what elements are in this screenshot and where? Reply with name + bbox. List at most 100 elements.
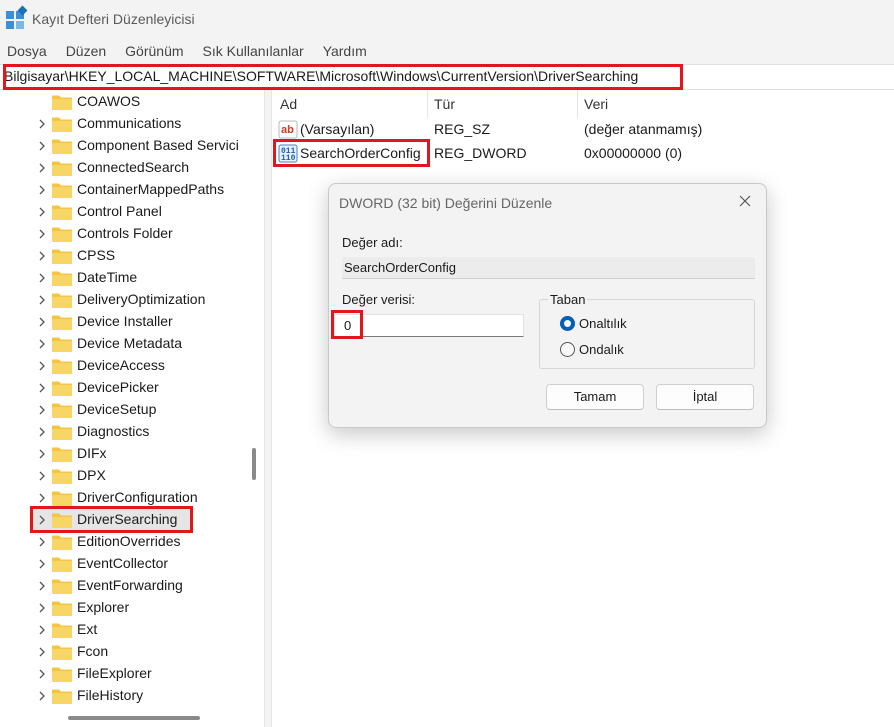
tree-item-label: EventCollector [77,555,169,571]
value-name: (Varsayılan) [300,121,375,137]
chevron-right-icon[interactable] [36,644,48,660]
chevron-right-icon[interactable] [36,402,48,418]
tree-item[interactable]: COAWOS [0,91,264,113]
tree-item[interactable]: Fcon [0,641,264,663]
menu-bar: Dosya Düzen Görünüm Sık Kullanılanlar Ya… [0,38,894,64]
pane-splitter[interactable] [264,90,272,727]
hexadecimal-label[interactable]: Onaltılık [579,316,627,331]
tree-horizontal-scrollbar[interactable] [68,716,200,720]
chevron-right-icon[interactable] [36,292,48,308]
base-group-title: Taban [548,292,588,307]
chevron-right-icon[interactable] [36,270,48,286]
menu-view[interactable]: Görünüm [125,43,183,59]
tree-item[interactable]: EditionOverrides [0,531,264,553]
folder-icon [52,183,72,198]
menu-file[interactable]: Dosya [7,43,47,59]
decimal-radio[interactable] [560,342,575,357]
value-name-label: Değer adı: [342,235,403,250]
folder-icon [52,667,72,682]
menu-favorites[interactable]: Sık Kullanılanlar [203,43,304,59]
folder-icon [52,95,72,110]
tree-item-label: DateTime [77,269,138,285]
chevron-right-icon[interactable] [36,490,48,506]
value-data-label: Değer verisi: [342,292,415,307]
chevron-right-icon[interactable] [36,468,48,484]
tree-item-label: Explorer [77,599,130,615]
tree-item-label: DIFx [77,445,107,461]
folder-icon [52,447,72,462]
tree-item[interactable]: Explorer [0,597,264,619]
chevron-right-icon[interactable] [36,248,48,264]
menu-help[interactable]: Yardım [323,43,367,59]
tree-item-label: Device Installer [77,313,173,329]
chevron-right-icon[interactable] [36,666,48,682]
tree-item[interactable]: DIFx [0,443,264,465]
tree-item[interactable]: DeviceAccess [0,355,264,377]
tree-item-label: Fcon [77,643,109,659]
tree-item[interactable]: Device Installer [0,311,264,333]
dialog-title: DWORD (32 bit) Değerini Düzenle [339,195,553,211]
tree-item[interactable]: Communications [0,113,264,135]
tree-item[interactable]: DateTime [0,267,264,289]
tree-item[interactable]: EventCollector [0,553,264,575]
chevron-right-icon[interactable] [36,160,48,176]
tree-item[interactable]: FileExplorer [0,663,264,685]
tree-item[interactable]: EventForwarding [0,575,264,597]
tree-item[interactable]: CPSS [0,245,264,267]
close-icon[interactable] [738,194,752,208]
tree-item[interactable]: Diagnostics [0,421,264,443]
tree-item[interactable]: Control Panel [0,201,264,223]
tree-item[interactable]: Controls Folder [0,223,264,245]
title-bar: Kayıt Defteri Düzenleyicisi [0,0,894,38]
chevron-right-icon[interactable] [36,182,48,198]
chevron-right-icon[interactable] [36,226,48,242]
folder-icon [52,139,72,154]
chevron-right-icon[interactable] [36,424,48,440]
chevron-right-icon[interactable] [36,204,48,220]
folder-icon [52,205,72,220]
tree-vertical-scrollbar[interactable] [252,448,256,480]
folder-icon [52,315,72,330]
tree-item[interactable]: DevicePicker [0,377,264,399]
column-data-header[interactable]: Veri [584,96,608,112]
column-name-header[interactable]: Ad [280,96,297,112]
tree-item[interactable]: DeviceSetup [0,399,264,421]
chevron-right-icon[interactable] [36,446,48,462]
decimal-label[interactable]: Ondalık [579,342,624,357]
column-separator[interactable] [427,90,428,118]
folder-icon [52,249,72,264]
tree-item[interactable]: FileHistory [0,685,264,707]
chevron-right-icon[interactable] [36,622,48,638]
tree-item[interactable]: DPX [0,465,264,487]
chevron-right-icon[interactable] [36,336,48,352]
chevron-right-icon[interactable] [36,138,48,154]
chevron-right-icon[interactable] [36,358,48,374]
tree-item-label: DriverConfiguration [77,489,198,505]
chevron-right-icon[interactable] [36,556,48,572]
tree-item[interactable]: Ext [0,619,264,641]
chevron-right-icon[interactable] [36,380,48,396]
value-type: REG_DWORD [434,145,527,161]
tree-item[interactable]: ContainerMappedPaths [0,179,264,201]
column-type-header[interactable]: Tür [434,96,455,112]
chevron-right-icon[interactable] [36,688,48,704]
tree-item[interactable]: DeliveryOptimization [0,289,264,311]
cancel-button[interactable]: İptal [656,384,754,410]
svg-text:ab: ab [281,124,294,136]
chevron-right-icon[interactable] [36,534,48,550]
chevron-right-icon[interactable] [36,314,48,330]
tree-item-label: Component Based Servici [77,137,239,153]
chevron-right-icon[interactable] [36,578,48,594]
column-separator[interactable] [577,90,578,118]
tree-item-label: DeliveryOptimization [77,291,206,307]
tree-item[interactable]: Device Metadata [0,333,264,355]
hexadecimal-radio[interactable] [560,316,575,331]
key-tree[interactable]: FileHistory FileExplorer Fcon Ext Explorer Ev… [0,90,264,727]
tree-item[interactable]: ConnectedSearch [0,157,264,179]
chevron-right-icon[interactable] [36,116,48,132]
tree-item[interactable]: Component Based Servici [0,135,264,157]
menu-edit[interactable]: Düzen [66,43,106,59]
ok-button[interactable]: Tamam [546,384,644,410]
tree-item-label: DevicePicker [77,379,159,395]
chevron-right-icon[interactable] [36,600,48,616]
